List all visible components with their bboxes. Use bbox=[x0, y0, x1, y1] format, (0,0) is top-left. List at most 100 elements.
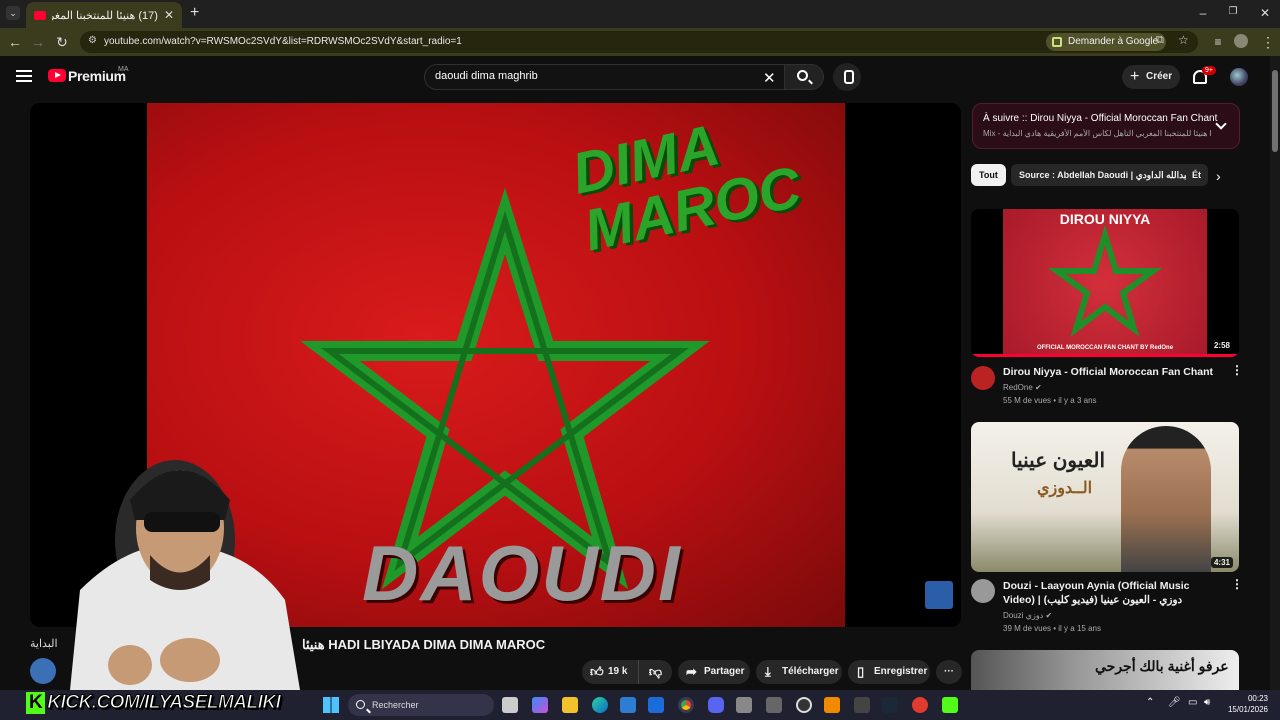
clear-search-icon[interactable]: ✕ bbox=[763, 69, 776, 87]
up-next-subtitle: Mix - هنيئا للمنتخبنا المغربي التأهل لكأ… bbox=[983, 129, 1211, 138]
app2-icon[interactable] bbox=[854, 697, 870, 713]
video-title-main: HADI LBIYADA DIMA DIMA MAROC bbox=[328, 637, 546, 652]
gamepad-icon[interactable] bbox=[766, 697, 782, 713]
taskbar-clock[interactable]: 00:23 15/01/2026 bbox=[1222, 693, 1268, 715]
chip-all[interactable]: Tout bbox=[971, 164, 1006, 186]
duration-badge: 2:58 bbox=[1210, 340, 1233, 351]
forward-icon[interactable]: → bbox=[30, 34, 46, 50]
recommendation-thumbnail[interactable]: العيون عينيا الــدوزي 4:31 bbox=[971, 422, 1239, 572]
more-horizontal-icon: ··· bbox=[944, 666, 954, 677]
site-info-icon[interactable]: ⚙ bbox=[88, 35, 97, 46]
mail-icon[interactable] bbox=[648, 697, 664, 713]
channel-name[interactable]: RedOne ✔ bbox=[1003, 383, 1042, 392]
recommendation-thumbnail[interactable]: DIROU NIYYA OFFICIAL MOROCCAN FAN CHANT … bbox=[971, 209, 1239, 357]
more-actions-button[interactable]: ··· bbox=[936, 660, 962, 684]
close-tab-icon[interactable]: ✕ bbox=[164, 8, 174, 22]
create-button[interactable]: + Créer bbox=[1122, 65, 1180, 89]
recommendation-title[interactable]: Dirou Niyya - Official Moroccan Fan Chan… bbox=[1003, 366, 1218, 378]
browser-menu-icon[interactable]: ⋮ bbox=[1260, 34, 1276, 50]
media-controls-icon[interactable]: ≡ bbox=[1210, 34, 1226, 50]
steam-icon[interactable] bbox=[882, 697, 898, 713]
more-vertical-icon[interactable]: ⋮ bbox=[1231, 364, 1243, 376]
recommendation-thumbnail[interactable]: عرفو أغنية بالك أجرحي bbox=[971, 650, 1239, 690]
browser-tab[interactable]: (17) هنيئا للمنتخبنا المغربي التأهل ✕ bbox=[26, 2, 182, 28]
ea-icon[interactable] bbox=[912, 697, 928, 713]
more-vertical-icon[interactable]: ⋮ bbox=[1231, 578, 1243, 590]
kick-logo-icon: K bbox=[26, 692, 46, 714]
url-text: youtube.com/watch?v=RWSMOc2SVdY&list=RDR… bbox=[104, 36, 462, 47]
thumbnail-subtitle: الــدوزي bbox=[1037, 480, 1093, 497]
system-tray-chevron-icon[interactable]: ⌃ bbox=[1146, 697, 1154, 708]
tab-list-dropdown[interactable]: ⌄ bbox=[6, 6, 20, 20]
video-title-rtl-fragment: البداية bbox=[30, 638, 58, 650]
microphone-tray-icon[interactable]: 🎤︎ bbox=[1168, 697, 1181, 708]
watched-progress-bar bbox=[971, 354, 1239, 357]
network-icon[interactable]: ▭ bbox=[1188, 697, 1197, 708]
ask-google-button[interactable]: Demander à Google bbox=[1046, 33, 1167, 51]
close-window-icon[interactable]: ✕ bbox=[1258, 6, 1272, 20]
create-label: Créer bbox=[1146, 71, 1173, 82]
vlc-icon[interactable] bbox=[824, 697, 840, 713]
voice-search-icon[interactable] bbox=[833, 63, 861, 91]
chip-source[interactable]: Source : Abdellah Daoudi | عبدالله الداو… bbox=[1011, 164, 1200, 186]
edge-icon[interactable] bbox=[592, 697, 608, 713]
store-icon[interactable] bbox=[620, 697, 636, 713]
streamer-webcam-overlay bbox=[70, 460, 300, 690]
app-icon[interactable] bbox=[736, 697, 752, 713]
video-title: هنيئا HADI LBIYADA DIMA DIMA MAROC bbox=[302, 637, 545, 653]
bookmark-star-icon[interactable]: ☆ bbox=[1178, 33, 1189, 47]
reload-icon[interactable]: ↻ bbox=[54, 34, 70, 50]
search-input[interactable]: daoudi dima maghrib bbox=[424, 64, 786, 90]
back-icon[interactable]: ← bbox=[7, 34, 23, 50]
discord-icon[interactable] bbox=[708, 697, 724, 713]
restore-icon[interactable]: ❐ bbox=[1226, 6, 1240, 17]
channel-avatar-small[interactable] bbox=[30, 658, 56, 684]
chip-truncated[interactable]: Ét bbox=[1186, 164, 1208, 186]
file-explorer-icon[interactable] bbox=[562, 697, 578, 713]
profile-avatar[interactable] bbox=[1234, 34, 1248, 48]
address-bar[interactable]: ⚙ youtube.com/watch?v=RWSMOc2SVdY&list=R… bbox=[80, 31, 1198, 53]
channel-watermark[interactable] bbox=[925, 581, 953, 609]
thumbnail-portrait bbox=[1121, 426, 1211, 572]
search-button[interactable] bbox=[784, 64, 824, 90]
youtube-masthead: Premium MA daoudi dima maghrib ✕ + Créer … bbox=[0, 56, 1270, 100]
thumbnail-title: العيون عينيا bbox=[1011, 450, 1106, 472]
verified-icon: ✔ bbox=[1035, 383, 1042, 392]
like-button[interactable]: 👍︎ 19 k bbox=[582, 660, 638, 684]
obs-icon[interactable] bbox=[796, 697, 812, 713]
copilot-icon[interactable] bbox=[532, 697, 548, 713]
windows-start-icon[interactable] bbox=[323, 697, 339, 713]
volume-icon[interactable]: 🔊︎ bbox=[1204, 697, 1210, 708]
dislike-button[interactable]: 👎︎ bbox=[638, 660, 672, 684]
channel-name[interactable]: Douzi دوزي ✔ bbox=[1003, 611, 1052, 620]
thumbnail-art: DIROU NIYYA OFFICIAL MOROCCAN FAN CHANT … bbox=[1003, 209, 1207, 357]
youtube-logo-icon[interactable] bbox=[48, 69, 66, 82]
task-view-icon[interactable] bbox=[502, 697, 518, 713]
hamburger-menu-icon[interactable] bbox=[16, 70, 32, 82]
bookmark-icon: ▯ bbox=[857, 664, 865, 679]
download-button[interactable]: ⤓ Télécharger bbox=[756, 660, 842, 684]
kick-app-icon[interactable] bbox=[942, 697, 958, 713]
browser-tab-bar: ⌄ (17) هنيئا للمنتخبنا المغربي التأهل ✕ … bbox=[0, 0, 1280, 28]
scrollbar-thumb[interactable] bbox=[1272, 70, 1278, 152]
chrome-icon[interactable] bbox=[678, 697, 694, 713]
channel-name-text: RedOne bbox=[1003, 383, 1033, 392]
kick-stream-banner: K KICK.COM/ILYASELMALIKI bbox=[26, 692, 281, 714]
chips-next-chevron-icon[interactable]: › bbox=[1216, 168, 1221, 184]
minimize-icon[interactable]: – bbox=[1196, 6, 1210, 20]
duration-badge: 4:31 bbox=[1210, 557, 1233, 568]
clock-time: 00:23 bbox=[1247, 694, 1268, 703]
new-tab-button[interactable]: + bbox=[190, 4, 199, 22]
save-button[interactable]: ▯ Enregistrer bbox=[848, 660, 930, 684]
recommendation-title[interactable]: Douzi - Laayoun Aynia (Official Music Vi… bbox=[1003, 579, 1218, 607]
account-avatar[interactable] bbox=[1230, 68, 1248, 86]
taskbar-search[interactable]: Rechercher bbox=[348, 694, 494, 716]
channel-avatar[interactable] bbox=[971, 366, 995, 390]
share-label: Partager bbox=[704, 666, 745, 677]
share-button[interactable]: ➦ Partager bbox=[678, 660, 750, 684]
playlist-up-next-panel[interactable]: À suivre :: Dirou Niyya - Official Moroc… bbox=[972, 103, 1240, 149]
download-icon: ⤓ bbox=[765, 664, 771, 679]
install-icon[interactable]: ⧉ bbox=[1156, 34, 1164, 47]
page-scrollbar[interactable] bbox=[1270, 56, 1280, 690]
channel-avatar[interactable] bbox=[971, 579, 995, 603]
